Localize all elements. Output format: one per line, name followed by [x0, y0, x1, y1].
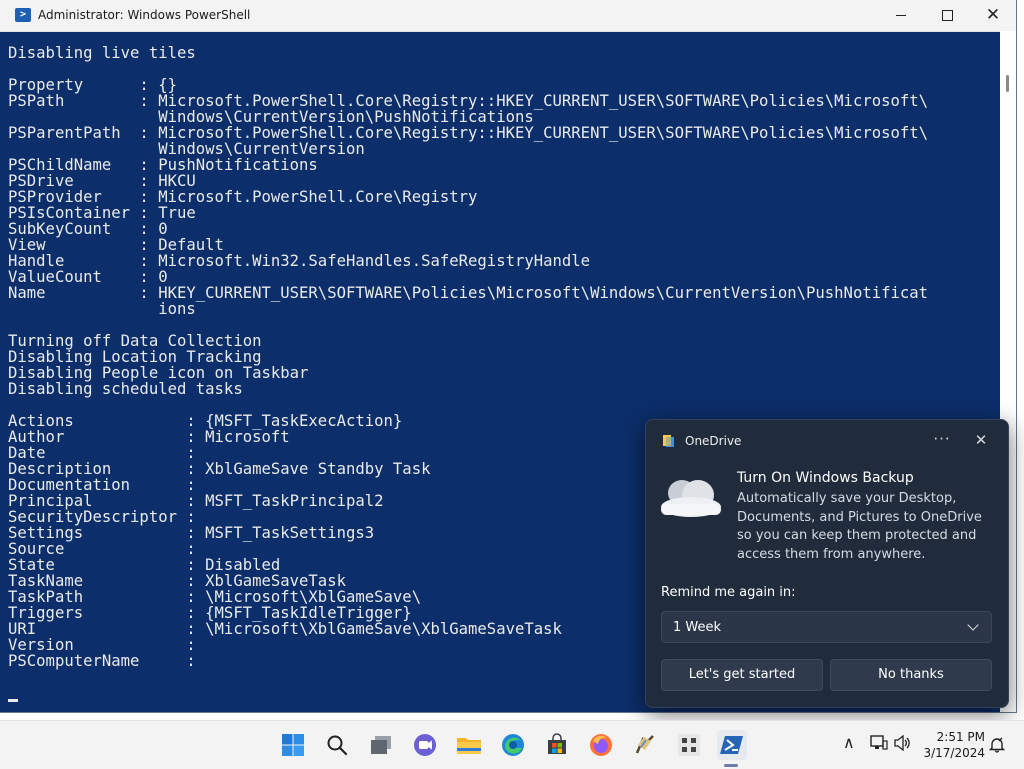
console-line: Windows\CurrentVersion\PushNotifications: [8, 108, 534, 126]
show-hidden-icons-button[interactable]: ∧: [843, 733, 855, 752]
file-explorer-icon: [457, 738, 481, 754]
console-line: ValueCount : 0: [8, 268, 168, 286]
app-grid-button[interactable]: [675, 731, 703, 759]
minimize-icon: [896, 15, 906, 16]
console-line: PSProvider : Microsoft.PowerShell.Core\R…: [8, 188, 478, 206]
more-options-icon[interactable]: ···: [930, 428, 954, 452]
active-app-indicator: [724, 764, 738, 767]
app-button[interactable]: [631, 731, 659, 759]
onedrive-notification[interactable]: OneDrive ··· ✕ Turn On Windows Backup Au…: [645, 419, 1009, 708]
powershell-icon: [720, 736, 743, 754]
maximize-icon: [941, 10, 953, 21]
console-line: Disabling live tiles: [8, 44, 196, 62]
text-cursor: [8, 699, 18, 702]
search-button[interactable]: [323, 731, 351, 759]
console-line: PSParentPath : Microsoft.PowerShell.Core…: [8, 124, 929, 142]
console-line: PSIsContainer : True: [8, 204, 196, 222]
console-line: PSChildName : PushNotifications: [8, 156, 318, 174]
close-button[interactable]: ✕: [970, 0, 1016, 31]
onedrive-icon: [663, 435, 674, 447]
search-icon: [327, 735, 348, 756]
console-line: Turning off Data Collection: [8, 332, 262, 350]
file-explorer-button[interactable]: [455, 731, 483, 759]
clock[interactable]: 2:51 PM 3/17/2024: [921, 729, 985, 761]
notification-heading: Turn On Windows Backup: [737, 470, 914, 486]
task-view-button[interactable]: [367, 731, 395, 759]
notification-bell-icon[interactable]: [989, 737, 1005, 753]
start-icon: [282, 734, 304, 756]
close-icon[interactable]: ✕: [969, 429, 993, 453]
console-line: Windows\CurrentVersion: [8, 140, 365, 158]
microsoft-store-button[interactable]: [543, 731, 571, 759]
console-line: Property : {}: [8, 76, 177, 94]
console-line: PSDrive : HKCU: [8, 172, 196, 190]
console-line: Name : HKEY_CURRENT_USER\SOFTWARE\Polici…: [8, 284, 929, 302]
lets-get-started-button[interactable]: Let's get started: [661, 659, 823, 691]
teams-chat-button[interactable]: [411, 731, 439, 759]
clock-date: 3/17/2024: [923, 746, 985, 760]
title-bar[interactable]: > Administrator: Windows PowerShell ✕: [0, 0, 1016, 32]
edge-icon: [502, 734, 524, 756]
microsoft-store-icon: [548, 733, 566, 754]
console-line: Handle : Microsoft.Win32.SafeHandles.Saf…: [8, 252, 591, 270]
taskbar: ∧ 2:51 PM 3/17/2024: [0, 720, 1024, 769]
console-line: PSPath : Microsoft.PowerShell.Core\Regis…: [8, 92, 929, 110]
scrollbar-thumb[interactable]: [1006, 75, 1009, 92]
notification-app-name: OneDrive: [685, 434, 742, 448]
minimize-button[interactable]: [878, 0, 924, 31]
remind-label: Remind me again in:: [661, 585, 796, 600]
firefox-icon: [590, 734, 612, 756]
remind-dropdown[interactable]: 1 Week: [661, 611, 992, 643]
console-line: Disabling scheduled tasks: [8, 380, 243, 398]
no-thanks-button[interactable]: No thanks: [830, 659, 992, 691]
chevron-down-icon: [967, 619, 979, 631]
maximize-button[interactable]: [924, 0, 970, 31]
window-title: Administrator: Windows PowerShell: [38, 8, 251, 22]
powershell-icon: >: [15, 8, 31, 22]
close-icon: ✕: [985, 5, 1001, 25]
console-line: Disabling Location Tracking: [8, 348, 262, 366]
app-grid-icon: [678, 734, 700, 756]
edge-button[interactable]: [499, 731, 527, 759]
powershell-taskbar-button[interactable]: [717, 730, 747, 760]
console-line: ions: [8, 300, 196, 318]
firefox-button[interactable]: [587, 731, 615, 759]
app-icon: [635, 735, 654, 754]
clock-time: 2:51 PM: [936, 730, 985, 744]
start-button[interactable]: [279, 731, 307, 759]
teams-chat-icon: [414, 734, 436, 756]
volume-icon[interactable]: [894, 734, 912, 755]
task-view-icon: [371, 736, 391, 754]
remind-selected-value: 1 Week: [673, 620, 722, 635]
console-line: Disabling People icon on Taskbar: [8, 364, 309, 382]
cloud-icon: [661, 480, 721, 517]
console-line: SubKeyCount : 0: [8, 220, 168, 238]
notification-body: Automatically save your Desktop, Documen…: [737, 491, 982, 562]
console-line: View : Default: [8, 236, 224, 254]
network-icon[interactable]: [870, 735, 888, 755]
